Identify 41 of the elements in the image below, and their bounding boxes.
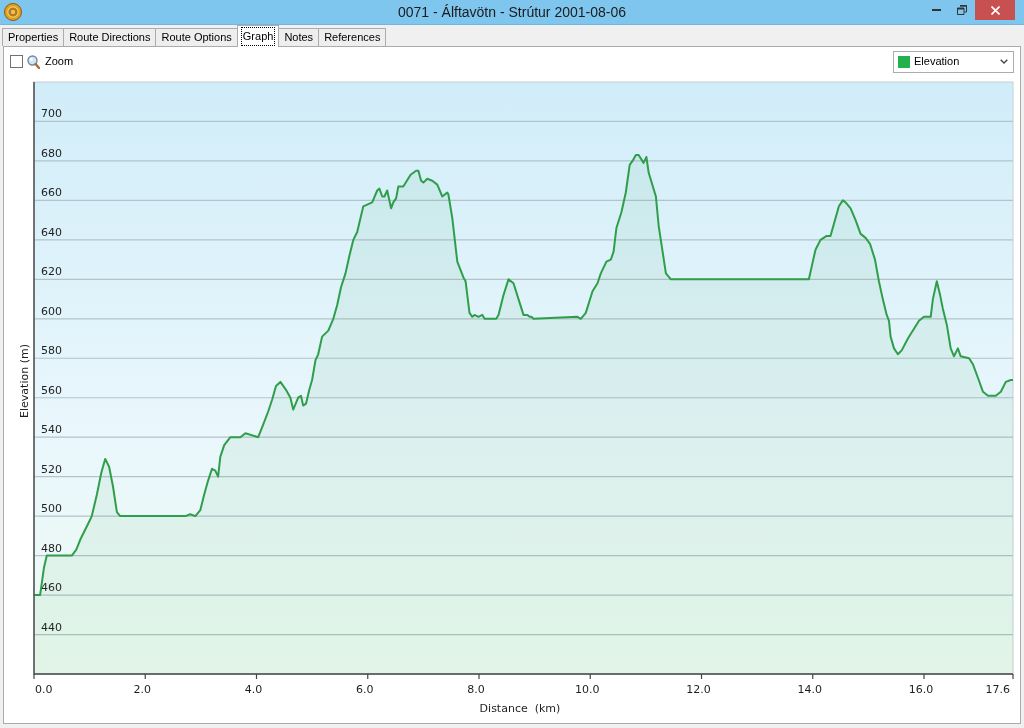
- y-tick-label: 680: [41, 146, 62, 160]
- y-tick-label: 540: [41, 423, 62, 437]
- window-title: 0071 - Álftavötn - Strútur 2001-08-06: [398, 2, 626, 22]
- x-tick-label: 8.0: [467, 683, 485, 696]
- close-button[interactable]: [975, 0, 1015, 20]
- y-tick-label: 660: [41, 186, 62, 200]
- x-tick-label: 14.0: [797, 683, 822, 696]
- y-tick-label: 480: [41, 541, 62, 555]
- x-tick-label: 12.0: [686, 683, 711, 696]
- y-axis-title: Elevation (m): [18, 344, 31, 418]
- y-tick-label: 700: [41, 107, 62, 121]
- y-tick-label: 440: [41, 620, 62, 634]
- y-tick-label: 500: [41, 502, 62, 516]
- y-tick-label: 640: [41, 225, 62, 239]
- tab[interactable]: Graph: [236, 25, 280, 47]
- y-tick-label: 600: [41, 304, 62, 318]
- minimize-icon: [931, 9, 941, 11]
- close-icon: [990, 5, 1000, 15]
- chevron-down-icon: [1000, 59, 1008, 64]
- x-tick-label: 4.0: [244, 683, 263, 696]
- x-tick-label: 10.0: [575, 683, 600, 696]
- zoom-label: Zoom: [45, 54, 74, 70]
- x-tick-label: 6.0: [356, 683, 374, 696]
- x-tick-label: 2.0: [133, 683, 151, 696]
- zoom-checkbox[interactable]: [10, 55, 23, 68]
- tab[interactable]: Route Options: [155, 28, 238, 46]
- y-tick-label: 520: [41, 462, 62, 476]
- search-icon: [27, 54, 40, 69]
- tab[interactable]: Properties: [2, 28, 65, 46]
- x-tick-label: 17.6: [985, 683, 1010, 696]
- y-tick-label: 580: [41, 344, 62, 358]
- y-tick-label: 460: [41, 581, 62, 595]
- series-dropdown[interactable]: Elevation: [893, 50, 1014, 73]
- y-tick-label: 560: [41, 383, 62, 397]
- y-tick-label: 620: [41, 265, 62, 279]
- restore-icon: [957, 5, 967, 15]
- x-tick-label: 16.0: [908, 683, 934, 696]
- app-icon: [4, 3, 22, 21]
- tab[interactable]: References: [318, 28, 387, 46]
- x-axis-title: Distance (km): [479, 702, 561, 715]
- x-tick-label: 0.0: [35, 683, 53, 696]
